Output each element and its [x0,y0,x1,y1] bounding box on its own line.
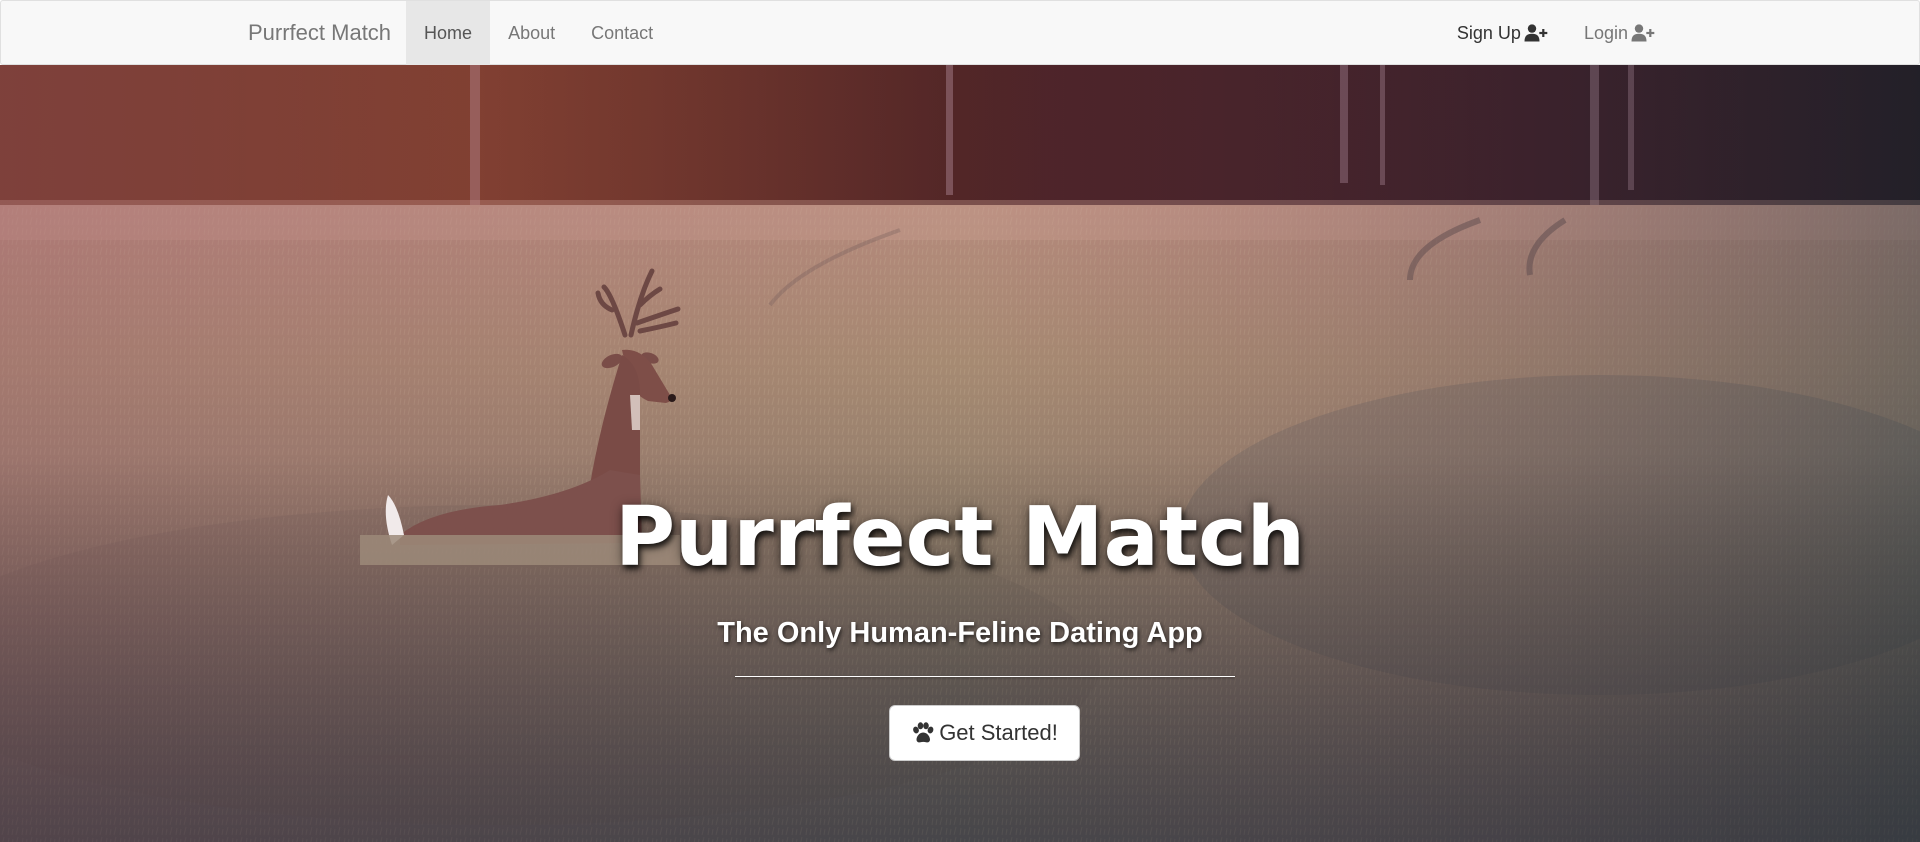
nav-links: Home About Contact [406,1,671,65]
user-plus-icon [1631,24,1655,42]
user-plus-icon [1524,24,1548,42]
hero-title: Purrfect Match [614,490,1306,585]
hero-subtitle: The Only Human-Feline Dating App [717,617,1203,649]
nav-home-link[interactable]: Home [406,1,491,65]
get-started-button[interactable]: Get Started! [889,705,1080,761]
brand-link[interactable]: Purrfect Match [233,1,406,65]
hero-section: Purrfect Match The Only Human-Feline Dat… [0,65,1920,842]
sign-up-link[interactable]: Sign Up [1439,1,1566,65]
paw-icon [913,722,934,743]
nav-about-link[interactable]: About [490,1,573,65]
navbar-container: Purrfect Match Home About Contact Sign U… [233,1,1673,65]
login-link[interactable]: Login [1566,1,1673,65]
sign-up-label: Sign Up [1456,22,1521,43]
hero-divider [735,676,1235,677]
hero-content: Purrfect Match The Only Human-Feline Dat… [0,65,1920,842]
nav-contact-link[interactable]: Contact [573,1,671,65]
get-started-label: Get Started! [939,720,1058,745]
navbar: Purrfect Match Home About Contact Sign U… [0,0,1920,65]
nav-auth-links: Sign Up Login [1439,1,1673,65]
login-label: Login [1583,22,1628,43]
